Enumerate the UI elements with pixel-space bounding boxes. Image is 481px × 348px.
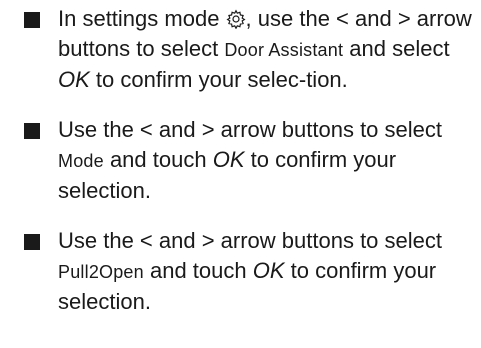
display-label: Door Assistant bbox=[224, 40, 344, 60]
square-bullet-icon bbox=[24, 234, 40, 250]
instruction-step-2: Use the < and > arrow buttons to select … bbox=[24, 115, 474, 206]
step-text: and touch bbox=[143, 258, 253, 283]
step-text: and select bbox=[343, 36, 450, 61]
instruction-list: In settings mode , use the < and > arrow… bbox=[24, 4, 474, 337]
instruction-step-3: Use the < and > arrow buttons to select … bbox=[24, 226, 474, 317]
key-label: OK bbox=[212, 147, 245, 172]
square-bullet-icon bbox=[24, 12, 40, 28]
step-text: In settings mode bbox=[58, 6, 226, 31]
square-bullet-icon bbox=[24, 123, 40, 139]
gear-icon bbox=[226, 9, 246, 29]
step-text: to confirm your selec-tion. bbox=[89, 67, 348, 92]
key-label: OK bbox=[58, 67, 90, 92]
instruction-step-1: In settings mode , use the < and > arrow… bbox=[24, 4, 474, 95]
display-label: Mode bbox=[58, 151, 104, 171]
step-text: Use the < and > arrow buttons to select bbox=[58, 228, 443, 253]
display-label: Pull2Open bbox=[58, 262, 144, 282]
step-text: and touch bbox=[103, 147, 213, 172]
step-text: Use the < and > arrow buttons to select bbox=[58, 117, 443, 142]
key-label: OK bbox=[252, 258, 285, 283]
